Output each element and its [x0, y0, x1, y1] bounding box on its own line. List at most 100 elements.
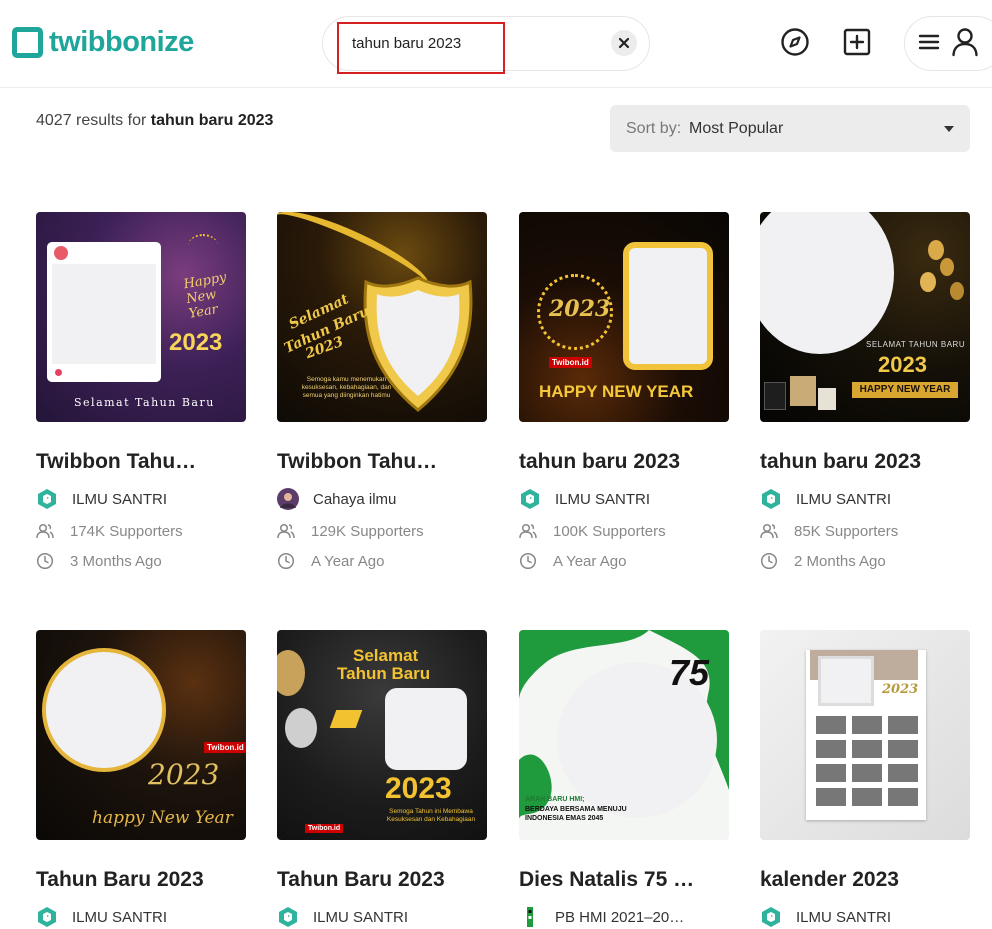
users-icon [519, 522, 537, 540]
campaign-title[interactable]: tahun baru 2023 [760, 450, 970, 474]
calendar-grid-icon [816, 716, 918, 806]
twibbonize-logo[interactable]: twibbonize [12, 26, 194, 59]
campaign-title[interactable]: tahun baru 2023 [519, 450, 729, 474]
campaign-thumbnail[interactable]: Selamat Tahun Baru 2023 Semoga Tahun ini… [277, 630, 487, 840]
thumb-text-year: 2023 [385, 772, 452, 805]
creator-avatar-icon [277, 488, 299, 510]
thumb-text-arah: ARAH BARU HMI; [525, 796, 585, 803]
campaign-card[interactable]: Twibon.id 2023 happy New Year Tahun Baru… [36, 630, 246, 928]
thumb-text-happy-new-year: happy New Year [92, 808, 233, 828]
campaign-title[interactable]: Tahun Baru 2023 [36, 868, 246, 892]
campaign-age: A Year Ago [277, 551, 487, 571]
thumb-text-brand: Twibon.id [549, 357, 592, 368]
create-campaign-button[interactable] [841, 26, 873, 58]
supporters-count: 174K Supporters [70, 522, 183, 540]
clock-icon [760, 552, 778, 570]
campaign-card[interactable]: Selamat Tahun Baru 2023 Semoga kamu mene… [277, 212, 487, 571]
results-summary: 4027 results for tahun baru 2023 [36, 112, 273, 130]
campaign-thumbnail[interactable]: Twibon.id 2023 happy New Year [36, 630, 246, 840]
user-icon [952, 28, 978, 57]
thumb-text-brand: Twibon.id [204, 742, 246, 753]
thumb-text-year: 2023 [169, 329, 223, 356]
campaign-thumbnail[interactable]: Happy New Year 2023 Selamat Tahun Baru [36, 212, 246, 422]
campaign-title[interactable]: Tahun Baru 2023 [277, 868, 487, 892]
thumb-text-tahun-baru: Tahun Baru [337, 664, 431, 683]
thumb-text-75: 75 [669, 652, 710, 693]
top-header: twibbonize [0, 0, 992, 88]
campaign-age: 3 Months Ago [36, 551, 246, 571]
campaign-age-text: 2 Months Ago [794, 552, 886, 570]
explore-button[interactable] [779, 26, 811, 58]
thumb-text-berdaya: BERDAYA BERSAMA MENUJU [525, 806, 627, 813]
creator-name: ILMU SANTRI [796, 490, 892, 508]
sort-dropdown[interactable]: Sort by: Most Popular [610, 105, 970, 152]
campaign-title[interactable]: kalender 2023 [760, 868, 970, 892]
creator-name: ILMU SANTRI [72, 490, 168, 508]
compass-icon [781, 28, 809, 56]
sort-value: Most Popular [689, 120, 784, 137]
menu-button[interactable] [913, 26, 945, 58]
campaign-creator[interactable]: ILMU SANTRI [36, 488, 246, 510]
campaign-supporters: 85K Supporters [760, 521, 970, 541]
campaign-card[interactable]: Selamat Tahun Baru 2023 Semoga Tahun ini… [277, 630, 487, 928]
close-icon [618, 37, 630, 49]
campaign-creator[interactable]: PB HMI 2021–20… [519, 906, 729, 928]
campaign-age: A Year Ago [519, 551, 729, 571]
campaign-thumbnail[interactable]: 2023 Twibon.id HAPPY NEW YEAR [519, 212, 729, 422]
campaign-thumbnail[interactable]: 75 ARAH BARU HMI; BERDAYA BERSAMA MENUJU… [519, 630, 729, 840]
campaign-creator[interactable]: Cahaya ilmu [277, 488, 487, 510]
user-button[interactable] [949, 26, 981, 58]
campaign-creator[interactable]: ILMU SANTRI [277, 906, 487, 928]
campaign-card[interactable]: 2023 Twibon.id HAPPY NEW YEAR tahun baru… [519, 212, 729, 571]
campaign-age-text: 3 Months Ago [70, 552, 162, 570]
creator-name: Cahaya ilmu [313, 490, 397, 508]
campaign-thumbnail[interactable]: Selamat Tahun Baru 2023 Semoga kamu mene… [277, 212, 487, 422]
creator-avatar-icon [277, 906, 299, 928]
campaign-creator[interactable]: ILMU SANTRI [760, 488, 970, 510]
campaign-supporters: 100K Supporters [519, 521, 729, 541]
campaign-card[interactable]: SELAMAT TAHUN BARU 2023 HAPPY NEW YEAR t… [760, 212, 970, 571]
supporters-count: 85K Supporters [794, 522, 899, 540]
campaign-title[interactable]: Dies Natalis 75 … [519, 868, 729, 892]
thumb-text-indonesia: INDONESIA EMAS 2045 [525, 815, 604, 822]
search-input[interactable] [352, 31, 602, 55]
campaign-thumbnail[interactable]: SELAMAT TAHUN BARU 2023 HAPPY NEW YEAR [760, 212, 970, 422]
campaign-creator[interactable]: ILMU SANTRI [36, 906, 246, 928]
logo-text: twibbonize [49, 26, 194, 58]
thumb-text-wish: Semoga kamu menemukan kesuksesan, kebaha… [301, 376, 392, 399]
thumb-text-wish: Semoga Tahun ini Membawa Kesuksesan dan … [386, 808, 476, 823]
creator-avatar-icon [36, 488, 58, 510]
campaign-age-text: A Year Ago [553, 552, 627, 570]
thumb-text-year: 2023 [148, 758, 220, 791]
thumb-text-greeting: Selamat Tahun Baru [74, 396, 215, 409]
thumb-text-selamat: Selamat [353, 646, 419, 665]
campaign-card[interactable]: 75 ARAH BARU HMI; BERDAYA BERSAMA MENUJU… [519, 630, 729, 928]
hamburger-icon [918, 34, 940, 50]
logo-mark-icon [12, 27, 43, 58]
creator-name: ILMU SANTRI [313, 908, 409, 926]
users-icon [277, 522, 295, 540]
campaign-age: 2 Months Ago [760, 551, 970, 571]
thumb-text-year: 2023 [882, 682, 919, 697]
campaign-creator[interactable]: ILMU SANTRI [760, 906, 970, 928]
creator-avatar-icon [760, 488, 782, 510]
creator-avatar-icon [760, 906, 782, 928]
campaign-card[interactable]: Happy New Year 2023 Selamat Tahun Baru T… [36, 212, 246, 571]
users-icon [760, 522, 778, 540]
thumb-text-happy-new-year: HAPPY NEW YEAR [852, 382, 958, 398]
campaign-creator[interactable]: ILMU SANTRI [519, 488, 729, 510]
thumb-text-brand: Twibon.id [305, 824, 344, 833]
campaign-card[interactable]: 2023 kalender 2023 ILMU SANTRI [760, 630, 970, 928]
clear-search-button[interactable] [611, 30, 637, 56]
sort-label: Sort by: [626, 120, 682, 137]
campaign-thumbnail[interactable]: 2023 [760, 630, 970, 840]
thumb-text-year: 2023 [878, 352, 927, 377]
campaign-supporters: 174K Supporters [36, 521, 246, 541]
creator-avatar-icon [36, 906, 58, 928]
results-query: tahun baru 2023 [150, 112, 274, 129]
campaign-title[interactable]: Twibbon Tahu… [277, 450, 487, 474]
campaign-title[interactable]: Twibbon Tahu… [36, 450, 246, 474]
supporters-count: 100K Supporters [553, 522, 666, 540]
creator-avatar-icon [519, 488, 541, 510]
clock-icon [519, 552, 537, 570]
